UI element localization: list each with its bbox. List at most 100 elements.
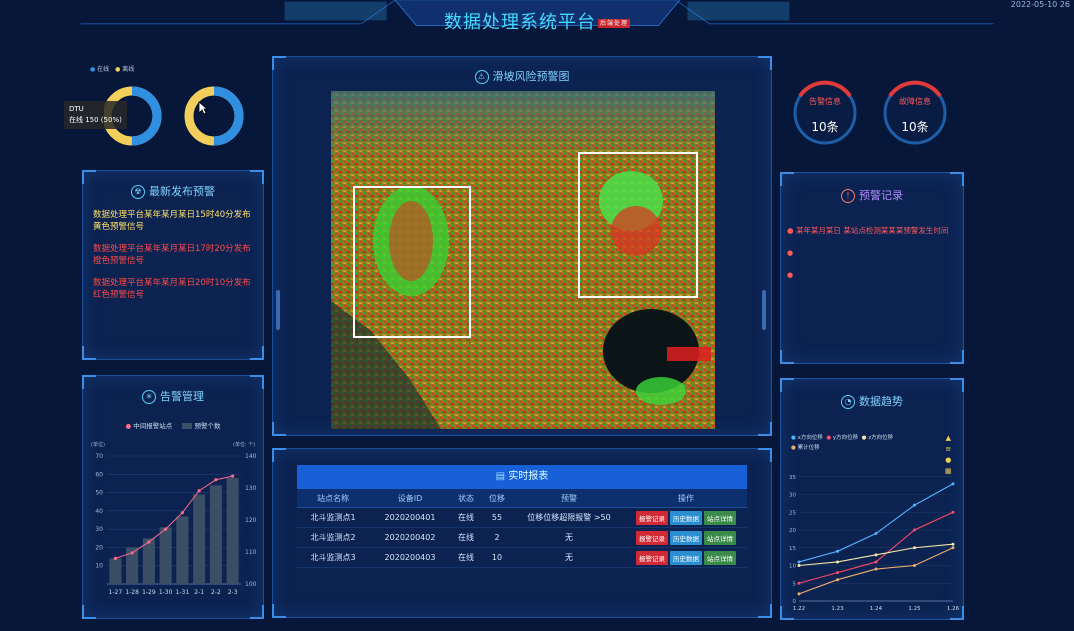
list-bullet: ● bbox=[787, 249, 794, 257]
map-panel: ⚠ 滑坡风险预警图 bbox=[272, 56, 772, 436]
station-table: 站点名称 设备ID 状态 位移 预警 操作 北斗监测点1 2020200401 … bbox=[297, 489, 747, 568]
mouse-cursor-icon bbox=[198, 100, 209, 119]
col-device-id: 设备ID bbox=[369, 489, 451, 508]
alarm-record-button[interactable]: 报警记录 bbox=[636, 510, 668, 525]
table-row[interactable]: 北斗监测点3 2020200403 在线 10 无 报警记录 历史数据 站点详情 bbox=[297, 547, 747, 568]
line-point bbox=[147, 540, 151, 544]
tick-label: 15 bbox=[789, 546, 796, 552]
list-bullet: ● bbox=[787, 271, 794, 279]
station-table-panel: ▤ 实时报表 站点名称 设备ID 状态 位移 预警 操作 北斗监测点1 2020… bbox=[272, 448, 772, 618]
bar bbox=[209, 485, 222, 584]
x-tick-label: 1.23 bbox=[831, 606, 844, 612]
donut-legend: ● 在线 ● 离线 bbox=[90, 66, 135, 73]
station-name: 北斗监测点3 bbox=[297, 547, 369, 568]
series-point bbox=[913, 503, 916, 507]
x-tick-label: 1-27 bbox=[109, 589, 123, 596]
x-tick-label: 1-31 bbox=[176, 589, 190, 596]
station-detail-button[interactable]: 站点详情 bbox=[704, 550, 736, 565]
table-row[interactable]: 北斗监测点1 2020200401 在线 55 位移位移超限报警 >50 报警记… bbox=[297, 507, 747, 528]
x-tick-label: 1-28 bbox=[125, 589, 139, 596]
bar bbox=[226, 477, 239, 584]
line-point bbox=[197, 489, 201, 493]
alarm-management-panel: ✳ 告警管理 ● 中间报警站点 预警个数 (单位) (单位: 个) 10 20 30 40 5… bbox=[82, 375, 264, 619]
trend-legend: ● x方向位移 ● y方向位移 ● z方向位移 ● 累计位移 bbox=[791, 435, 894, 451]
col-displacement: 位移 bbox=[481, 489, 513, 508]
warning-item[interactable]: 数据处理平台某年某月某日17时20分发布橙色预警信号 bbox=[93, 243, 253, 267]
alarm-legend: ● 中间报警站点 预警个数 bbox=[125, 422, 221, 430]
x-tick-label: 2-3 bbox=[228, 589, 238, 596]
alarm-record-button[interactable]: 报警记录 bbox=[636, 550, 668, 565]
latest-warnings-panel: ☢ 最新发布预警 数据处理平台某年某月某日15时40分发布黄色预警信号 数据处理平… bbox=[82, 170, 264, 360]
data-trend-panel: ◔ 数据趋势 ● x方向位移 ● y方向位移 ● z方向位移 ● 累计位移 ▲ ≡ ●… bbox=[780, 378, 964, 620]
x-tick-label: 1.26 bbox=[947, 606, 960, 612]
side-handle-right[interactable] bbox=[762, 290, 766, 330]
col-station-name: 站点名称 bbox=[297, 489, 369, 508]
warning-record-item[interactable]: ● 某年某月某日 某站点检测某某某预警发生时间 bbox=[787, 225, 957, 236]
trend-icon: ◔ bbox=[841, 395, 855, 409]
col-status: 状态 bbox=[451, 489, 481, 508]
station-detail-button[interactable]: 站点详情 bbox=[704, 510, 736, 525]
displacement: 10 bbox=[481, 547, 513, 568]
status: 在线 bbox=[451, 547, 481, 568]
fault-info-value: 10条 bbox=[901, 120, 929, 134]
warning-item[interactable]: 数据处理平台某年某月某日20时10分发布红色预警信号 bbox=[93, 277, 253, 301]
warning-records-title: ! 预警记录 bbox=[781, 187, 963, 203]
table-header-bar: ▤ 实时报表 bbox=[297, 465, 747, 489]
tick-label: 110 bbox=[245, 549, 257, 556]
bar bbox=[109, 558, 122, 584]
device-id: 2020200402 bbox=[369, 527, 451, 548]
warning-item[interactable]: 数据处理平台某年某月某日15时40分发布黄色预警信号 bbox=[93, 209, 253, 233]
series-point bbox=[797, 560, 801, 564]
risk-map[interactable] bbox=[331, 91, 715, 429]
y-axis-right-unit: (单位: 个) bbox=[233, 441, 255, 448]
tick-label: 40 bbox=[95, 508, 103, 515]
line-point bbox=[214, 478, 218, 482]
tick-label: 25 bbox=[789, 510, 796, 516]
series-point bbox=[836, 560, 839, 564]
alarm-info-ring[interactable] bbox=[790, 76, 860, 150]
fault-info-ring[interactable] bbox=[880, 76, 950, 150]
tick-label: 20 bbox=[789, 528, 796, 534]
chart-icon: ▤ bbox=[495, 471, 509, 482]
tick-label: 100 bbox=[245, 581, 257, 588]
series-point bbox=[836, 571, 839, 575]
tick-label: 30 bbox=[95, 526, 103, 533]
history-button[interactable]: 历史数据 bbox=[670, 510, 702, 525]
alarm-management-title: ✳ 告警管理 bbox=[83, 388, 263, 404]
history-button[interactable]: 历史数据 bbox=[670, 530, 702, 545]
actions: 报警记录 历史数据 站点详情 bbox=[625, 547, 747, 568]
warning: 无 bbox=[513, 527, 625, 548]
device-id: 2020200401 bbox=[369, 507, 451, 528]
data-trend-title: ◔ 数据趋势 bbox=[781, 393, 963, 409]
station-name: 北斗监测点1 bbox=[297, 507, 369, 528]
bar bbox=[193, 494, 206, 584]
actions: 报警记录 历史数据 站点详情 bbox=[625, 527, 747, 548]
trend-chart: 0 5 10 15 20 25 30 35 1.22 1.23 1.24 1.25 1.26 bbox=[789, 475, 960, 612]
x-tick-label: 2-2 bbox=[211, 589, 221, 596]
station-detail-button[interactable]: 站点详情 bbox=[704, 530, 736, 545]
tick-label: 130 bbox=[245, 485, 257, 492]
actions: 报警记录 历史数据 站点详情 bbox=[625, 507, 747, 528]
x-tick-label: 1.22 bbox=[793, 606, 805, 612]
series-point bbox=[951, 546, 955, 550]
tick-label: 70 bbox=[95, 453, 103, 460]
alarm-record-button[interactable]: 报警记录 bbox=[636, 530, 668, 545]
series-point bbox=[874, 560, 878, 564]
radiation-icon: ☢ bbox=[131, 185, 145, 199]
series-point bbox=[874, 532, 878, 536]
series-point bbox=[874, 567, 878, 571]
donut-chart-2[interactable] bbox=[184, 78, 244, 154]
col-actions: 操作 bbox=[625, 489, 747, 508]
warning-records-panel: ! 预警记录 ● 某年某月某日 某站点检测某某某预警发生时间 ● ● bbox=[780, 172, 964, 364]
displacement: 2 bbox=[481, 527, 513, 548]
tick-label: 140 bbox=[245, 453, 257, 460]
history-button[interactable]: 历史数据 bbox=[670, 550, 702, 565]
side-handle-left[interactable] bbox=[276, 290, 280, 330]
series-point bbox=[797, 592, 801, 596]
x-tick-label: 1-30 bbox=[159, 589, 173, 596]
tick-label: 120 bbox=[245, 517, 257, 524]
series-point bbox=[913, 546, 916, 550]
warning-list: 数据处理平台某年某月某日15时40分发布黄色预警信号 数据处理平台某年某月某日1… bbox=[83, 209, 263, 311]
table-row[interactable]: 北斗监测点2 2020200402 在线 2 无 报警记录 历史数据 站点详情 bbox=[297, 527, 747, 548]
series-point bbox=[797, 581, 801, 585]
